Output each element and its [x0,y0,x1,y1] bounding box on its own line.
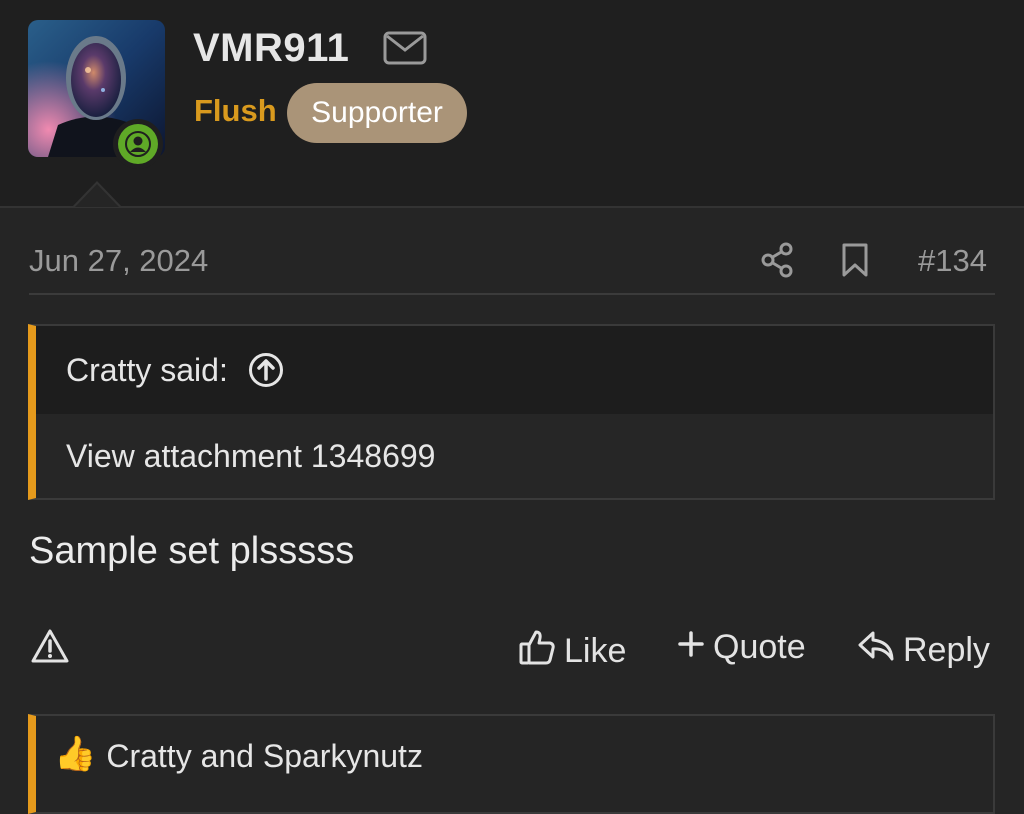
warning-icon[interactable] [30,628,70,669]
quote-attribution-text: Cratty said: [66,351,228,388]
quote-block: Cratty said: View attachment 1348699 [28,324,995,500]
quote-button[interactable]: Quote [677,628,806,667]
like-label: Like [564,632,627,670]
quote-content[interactable]: View attachment 1348699 [36,414,993,498]
header-pointer-inner [75,184,119,207]
message-user-header: VMR911 Flush Supporter [0,0,1024,208]
online-status [113,119,163,169]
plus-icon [677,628,705,667]
thumbs-up-emoji-icon: 👍 [54,735,97,773]
divider [29,293,995,295]
reactions-summary[interactable]: Cratty and Sparkynutz [106,734,423,778]
quote-attribution[interactable]: Cratty said: [36,326,993,414]
reply-button[interactable]: Reply [857,628,990,673]
user-title: Flush [194,93,277,128]
online-indicator [118,124,158,164]
post-body: Sample set plsssss [29,530,355,572]
thumbs-up-icon [518,628,556,675]
reply-label: Reply [903,631,990,669]
supporter-badge: Supporter [287,83,467,143]
mail-icon[interactable] [383,31,427,70]
reply-icon [857,628,895,673]
reactions-bar[interactable]: 👍 Cratty and Sparkynutz [28,714,995,814]
post-date[interactable]: Jun 27, 2024 [29,243,208,279]
like-button[interactable]: Like [518,628,626,675]
quote-label: Quote [713,628,806,666]
arrow-up-circle-icon[interactable] [248,352,284,388]
bookmark-icon[interactable] [840,242,870,283]
share-icon[interactable] [760,242,794,283]
post-number[interactable]: #134 [918,243,987,279]
username[interactable]: VMR911 [193,26,349,71]
user-icon [125,131,151,157]
